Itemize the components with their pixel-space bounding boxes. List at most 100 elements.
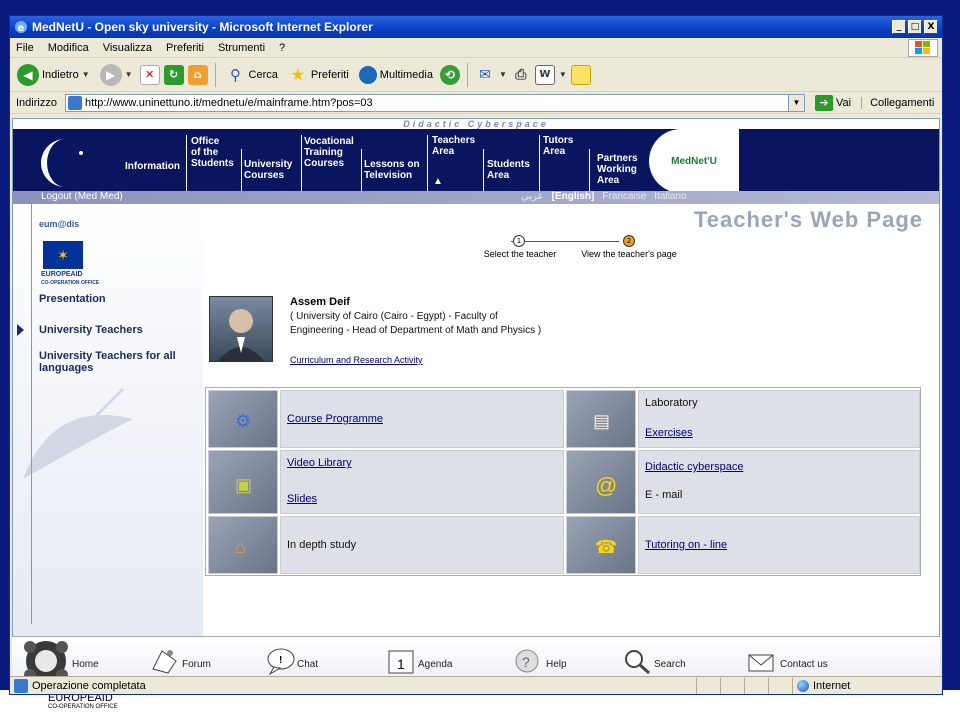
nav-vocational-training[interactable]: Vocational Training Courses <box>304 136 354 169</box>
favorites-button[interactable]: ★ Preferiti <box>285 62 352 88</box>
nav-separator <box>361 149 362 191</box>
links-button[interactable]: Collegamenti <box>861 96 934 109</box>
in-depth-image: ⌂ <box>208 516 278 574</box>
status-cell <box>696 677 720 694</box>
mail-dropdown-icon[interactable]: ▼ <box>499 70 507 79</box>
forward-button[interactable]: ▶ ▼ <box>97 62 136 88</box>
print-icon[interactable]: ⎙ <box>511 65 531 85</box>
nav-separator <box>241 149 242 191</box>
mail-icon[interactable]: ✉ <box>475 65 495 85</box>
go-button[interactable]: ➔ Vai <box>809 94 857 111</box>
nav-information[interactable]: Information <box>125 161 180 172</box>
back-dropdown-icon[interactable]: ▼ <box>82 70 90 79</box>
lang-french[interactable]: Francaise <box>602 191 646 202</box>
status-cell <box>720 677 744 694</box>
step-2-circle: 2 <box>623 235 635 247</box>
curriculum-link[interactable]: Curriculum and Research Activity <box>290 355 423 365</box>
sidebar-active-marker-icon <box>17 324 24 336</box>
tutoring-link[interactable]: Tutoring on - line <box>645 539 727 551</box>
didactic-cyberspace-link[interactable]: Didactic cyberspace <box>645 461 913 473</box>
search-label: Cerca <box>248 68 278 81</box>
bottom-nav-chat[interactable]: Chat <box>297 659 318 670</box>
go-arrow-icon: ➔ <box>814 94 833 111</box>
address-dropdown-icon[interactable]: ▼ <box>787 94 804 111</box>
back-button[interactable]: ◀ Indietro ▼ <box>14 62 93 88</box>
search-button[interactable]: ⚲ Cerca <box>223 62 281 88</box>
mednetu-logo-text: MedNet'U <box>671 155 717 167</box>
tutoring-cell: Tutoring on - line <box>638 516 920 574</box>
window-title: MedNetU - Open sky university - Microsof… <box>32 20 373 34</box>
video-library-link[interactable]: Video Library <box>287 457 557 469</box>
menu-visualizza[interactable]: Visualizza <box>103 42 152 54</box>
lang-italian[interactable]: Italiano <box>654 191 686 202</box>
status-page-icon <box>14 678 28 693</box>
media-button[interactable]: Multimedia <box>356 62 436 88</box>
home-icon[interactable]: ⌂ <box>187 64 208 85</box>
course-programme-image: ⚙ <box>208 390 278 448</box>
address-url[interactable]: http://www.uninettuno.it/mednetu/e/mainf… <box>85 97 373 109</box>
slides-link[interactable]: Slides <box>287 493 557 505</box>
bottom-nav-forum[interactable]: Forum <box>182 659 211 670</box>
nav-university-courses[interactable]: University Courses <box>244 159 292 181</box>
menu-help[interactable]: ? <box>279 42 285 54</box>
europeaid-logo: EUROPEAID CO-OPERATION OFFICE <box>41 271 100 286</box>
course-programme-link[interactable]: Course Programme <box>287 413 383 425</box>
status-text: Operazione completata <box>32 679 146 692</box>
lang-arabic[interactable]: عربي <box>521 191 544 202</box>
nav-teachers-area[interactable]: Teachers Area <box>432 135 475 157</box>
history-icon[interactable]: ⟲ <box>439 64 460 85</box>
bottom-nav-search[interactable]: Search <box>654 659 686 670</box>
search-icon: ⚲ <box>230 65 242 84</box>
nav-students-area[interactable]: Students Area <box>487 159 530 181</box>
logout-link[interactable]: Logout (Med Med) <box>41 191 123 202</box>
bottom-nav-home[interactable]: Home <box>72 659 99 670</box>
svg-text:!: ! <box>279 655 282 666</box>
nav-separator <box>301 135 302 191</box>
messenger-note-icon[interactable] <box>570 64 591 85</box>
teacher-description: ( University of Cairo (Cairo - Egypt) - … <box>290 311 542 336</box>
help-icon: ? <box>515 649 539 673</box>
bottom-nav-help[interactable]: Help <box>546 659 567 670</box>
svg-text:?: ? <box>522 654 530 670</box>
lang-english[interactable]: [English] <box>552 191 595 202</box>
page-icon <box>67 95 82 110</box>
menu-modifica[interactable]: Modifica <box>48 42 89 54</box>
exercises-link[interactable]: Exercises <box>645 427 913 439</box>
menu-preferiti[interactable]: Preferiti <box>166 42 204 54</box>
bottom-nav-agenda[interactable]: Agenda <box>418 659 452 670</box>
edit-dropdown-icon[interactable]: ▼ <box>559 70 567 79</box>
menu-file[interactable]: File <box>16 42 34 54</box>
sidebar-teachers-all-languages[interactable]: University Teachers for all languages <box>39 350 189 374</box>
search-magnifier-icon <box>625 650 650 675</box>
star-icon: ★ <box>290 65 306 84</box>
maximize-button[interactable]: □ <box>908 20 922 34</box>
nav-lessons-television[interactable]: Lessons on Television <box>364 159 420 181</box>
nav-separator <box>186 135 187 191</box>
minimize-button[interactable]: _ <box>892 20 906 34</box>
address-input[interactable]: http://www.uninettuno.it/mednetu/e/mainf… <box>64 93 805 112</box>
internet-globe-icon <box>797 679 809 692</box>
mednetu-logo[interactable]: MedNet'U <box>649 129 739 193</box>
sidebar-presentation[interactable]: Presentation <box>39 293 106 305</box>
step-1-label[interactable]: Select the teacher <box>459 249 581 260</box>
toolbar-separator <box>466 62 468 87</box>
step-1-circle[interactable]: 1 <box>513 235 525 247</box>
close-button[interactable]: X <box>924 20 938 34</box>
stop-icon[interactable]: ✕ <box>139 64 160 85</box>
nav-tutors-area[interactable]: Tutors Area <box>543 135 573 157</box>
browser-window: e MedNetU - Open sky university - Micros… <box>9 15 943 695</box>
sidebar-university-teachers[interactable]: University Teachers <box>39 324 143 336</box>
nav-partners-area[interactable]: Partners Working Area <box>597 153 638 186</box>
nav-separator <box>589 149 590 191</box>
contact-envelope-icon <box>748 654 774 672</box>
nav-office-students[interactable]: Office of the Students <box>191 136 234 169</box>
menu-strumenti[interactable]: Strumenti <box>218 42 265 54</box>
video-library-cell: Video Library Slides <box>280 450 564 514</box>
refresh-icon[interactable]: ↻ <box>163 64 184 85</box>
forward-dropdown-icon[interactable]: ▼ <box>125 70 133 79</box>
edit-word-icon[interactable]: W <box>534 64 555 85</box>
back-label: Indietro <box>42 68 79 81</box>
step-2-label: View the teacher's page <box>581 249 677 259</box>
forward-arrow-icon: ▶ <box>99 63 122 86</box>
bottom-nav-contact[interactable]: Contact us <box>780 659 828 670</box>
